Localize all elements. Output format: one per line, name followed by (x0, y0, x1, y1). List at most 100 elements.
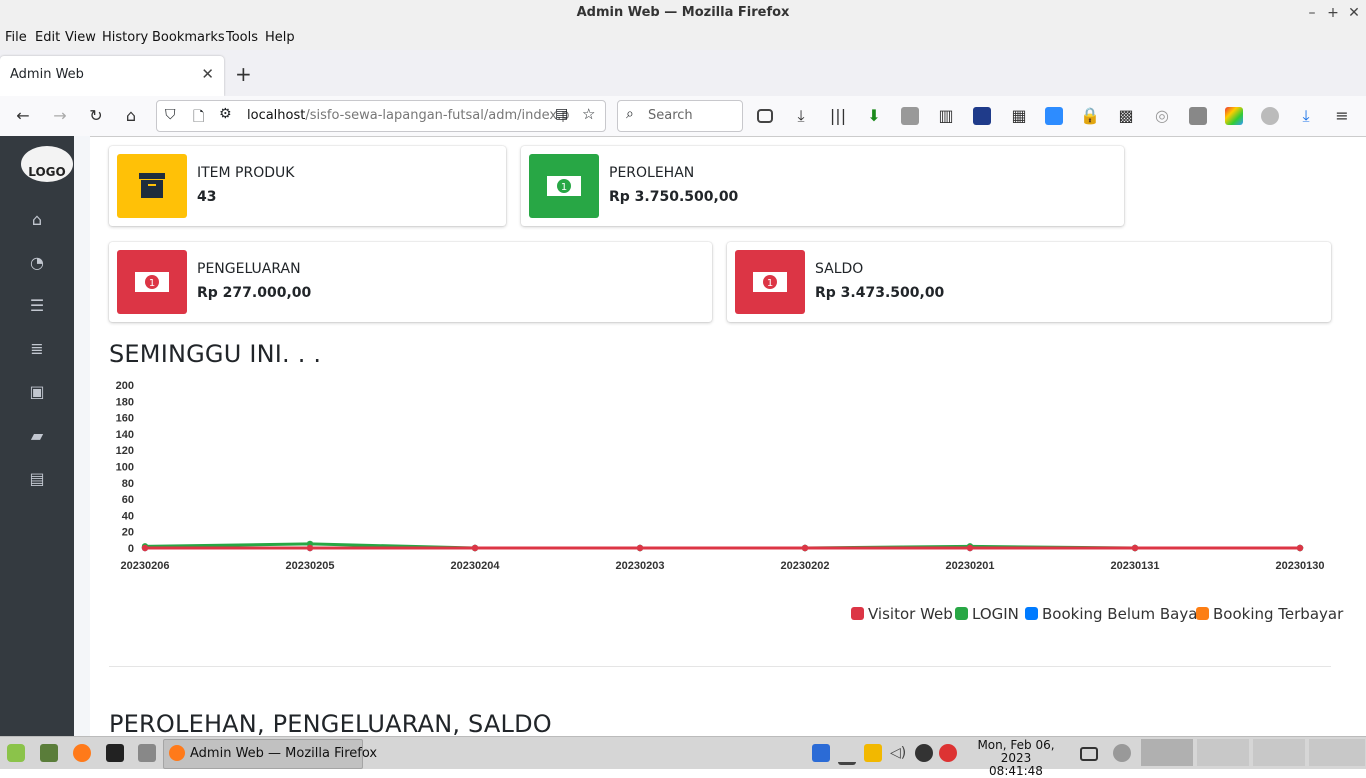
files-icon[interactable] (138, 744, 156, 762)
terminal-icon[interactable] (106, 744, 124, 762)
reload-icon[interactable]: ↻ (85, 105, 107, 127)
url-bar[interactable]: ⛉ 🗋 ⚙ localhost/sisfo-sewa-lapangan-futs… (156, 100, 606, 132)
extension-2-icon[interactable] (1189, 107, 1207, 125)
tab-bar: Admin Web ✕ + (0, 50, 1366, 97)
reader-view-icon[interactable]: ▤ (555, 106, 568, 122)
money-icon: 1 (735, 250, 805, 314)
close-tab-icon[interactable]: ✕ (201, 65, 214, 83)
y-tick-label: 0 (128, 543, 134, 555)
sidebar-toggle-icon[interactable]: ▥ (935, 105, 957, 127)
bookmark-star-icon[interactable]: ☆ (582, 105, 595, 123)
library-icon[interactable]: ||| (827, 105, 849, 127)
volume-icon[interactable]: ◁) (890, 744, 908, 762)
mint-menu-icon[interactable] (7, 744, 25, 762)
download-extension-icon[interactable]: ⤓ (1295, 105, 1317, 127)
y-tick-label: 120 (116, 445, 134, 457)
menu-help[interactable]: Help (265, 30, 295, 45)
url-text[interactable]: localhost/sisfo-sewa-lapangan-futsal/adm… (247, 108, 569, 123)
home-icon[interactable]: ⌂ (120, 105, 142, 127)
taskbar-window-label: Admin Web — Mozilla Firefox (190, 746, 378, 761)
workspace-4[interactable] (1309, 739, 1365, 766)
qr-code-icon[interactable]: ▩ (1115, 105, 1137, 127)
database-icon[interactable]: ≣ (27, 339, 47, 359)
download-arrow-extension-icon[interactable]: ⬇ (863, 105, 885, 127)
section-divider (109, 666, 1331, 667)
info-box-value: 43 (197, 189, 217, 205)
bluetooth-icon[interactable] (812, 744, 830, 762)
downloads-icon[interactable]: ⤓ (790, 105, 812, 127)
legend-label: LOGIN (972, 605, 1019, 623)
menu-bar: File Edit View History Bookmarks Tools H… (0, 26, 1366, 50)
permissions-icon[interactable]: ⚙ (219, 106, 232, 122)
menu-edit[interactable]: Edit (35, 30, 60, 45)
extension-icon[interactable] (901, 107, 919, 125)
search-placeholder: Search (648, 108, 693, 123)
book-icon[interactable]: ▰ (27, 426, 47, 446)
globe-icon[interactable]: ◎ (1151, 105, 1173, 127)
data-point (1131, 544, 1139, 552)
workspace-1[interactable] (1141, 739, 1193, 766)
color-extension-icon[interactable] (1225, 107, 1243, 125)
lock-extension-icon[interactable]: 🔒 (1079, 105, 1101, 127)
tab-admin-web[interactable]: Admin Web ✕ (0, 56, 224, 96)
legend-label: Visitor Web (868, 605, 953, 623)
legend-item-visitor-web[interactable]: Visitor Web (851, 605, 953, 623)
battery-icon[interactable] (1080, 747, 1098, 761)
menu-tools[interactable]: Tools (226, 30, 258, 45)
update-manager-icon[interactable] (939, 744, 957, 762)
close-window-button[interactable]: ✕ (1344, 3, 1364, 23)
home-icon[interactable]: ⌂ (27, 210, 47, 230)
title-bar: Admin Web — Mozilla Firefox – + ✕ (0, 0, 1366, 27)
taskbar-window-firefox[interactable]: Admin Web — Mozilla Firefox (163, 739, 377, 769)
firefox-launcher-icon[interactable] (73, 744, 91, 762)
navigation-bar: ← → ↻ ⌂ ⛉ 🗋 ⚙ localhost/sisfo-sewa-lapan… (0, 96, 1366, 137)
info-box-label: ITEM PRODUK (197, 165, 295, 181)
dashboard-icon[interactable]: ◔ (27, 253, 47, 273)
network-icon[interactable] (838, 744, 856, 765)
archive-icon[interactable]: ▤ (27, 469, 47, 489)
grid-extension-icon[interactable]: ▦ (1008, 105, 1030, 127)
record-extension-icon[interactable] (1261, 107, 1279, 125)
logo[interactable]: LOGO (21, 146, 73, 182)
tray-app-icon[interactable] (864, 744, 882, 762)
window-title: Admin Web — Mozilla Firefox (576, 5, 790, 20)
clock[interactable]: Mon, Feb 06, 2023 08:41:48 (962, 739, 1070, 778)
data-point (306, 544, 314, 552)
minimize-button[interactable]: – (1302, 3, 1322, 23)
new-tab-button[interactable]: + (235, 62, 252, 86)
legend-item-booking-terbayar[interactable]: Booking Terbayar (1196, 605, 1343, 623)
zoom-extension-icon[interactable] (1045, 107, 1063, 125)
workspace-3[interactable] (1253, 739, 1305, 766)
legend-item-booking-belum-bayar[interactable]: Booking Belum Bayar (1025, 605, 1204, 623)
info-box-label: PEROLEHAN (609, 165, 695, 181)
back-icon[interactable]: ← (12, 105, 34, 127)
info-box-value: Rp 3.473.500,00 (815, 285, 945, 301)
menu-file[interactable]: File (5, 30, 27, 45)
forward-icon[interactable]: → (49, 105, 71, 127)
y-tick-label: 100 (116, 462, 134, 474)
maximize-button[interactable]: + (1323, 3, 1343, 23)
pocket-icon[interactable] (757, 109, 773, 123)
save-extension-icon[interactable] (973, 107, 991, 125)
data-point (636, 544, 644, 552)
list-icon[interactable]: ☰ (27, 296, 47, 316)
taskbar: Admin Web — Mozilla Firefox ◁) Mon, Feb … (0, 736, 1366, 778)
hamburger-menu-icon[interactable]: ≡ (1331, 105, 1353, 127)
bluetooth-2-icon[interactable] (915, 744, 933, 762)
legend-item-login[interactable]: LOGIN (955, 605, 1019, 623)
svg-text:1: 1 (561, 182, 567, 193)
info-box-label: SALDO (815, 261, 864, 277)
menu-history[interactable]: History (102, 30, 148, 45)
x-tick-label: 20230130 (1276, 560, 1325, 572)
y-tick-label: 160 (116, 413, 134, 425)
menu-bookmarks[interactable]: Bookmarks (152, 30, 225, 45)
menu-view[interactable]: View (65, 30, 96, 45)
search-box[interactable]: ⌕ Search (617, 100, 743, 132)
show-desktop-icon[interactable] (40, 744, 58, 762)
workspace-icon[interactable] (1113, 744, 1131, 762)
data-point (1296, 544, 1304, 552)
shield-icon[interactable]: ⛉ (165, 107, 176, 123)
money-icon[interactable]: ▣ (27, 382, 47, 402)
workspace-2[interactable] (1197, 739, 1249, 766)
weekly-section-title: SEMINGGU INI. . . (109, 340, 322, 368)
